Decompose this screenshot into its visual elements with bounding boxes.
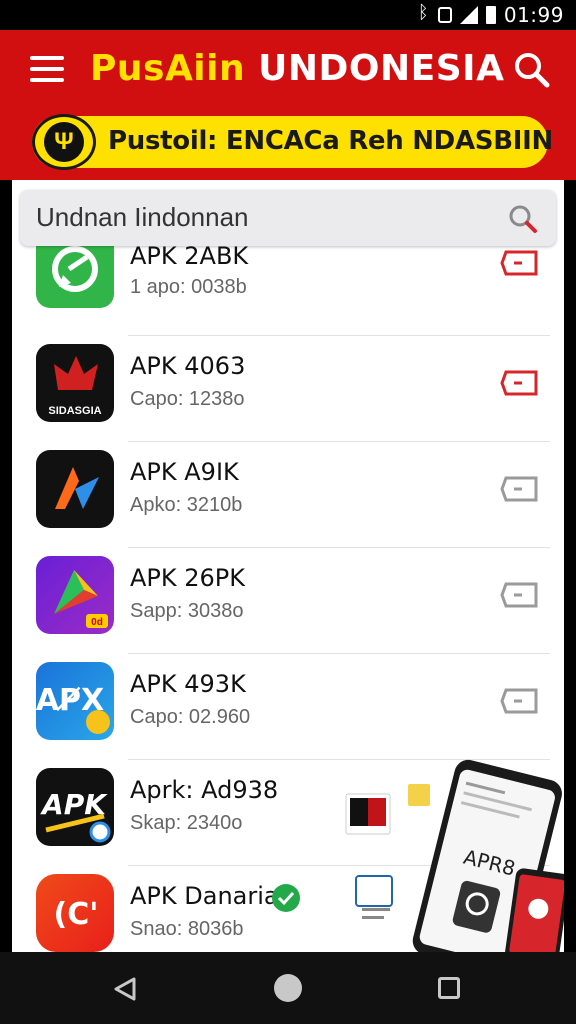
item-sub: Apko: 3210b bbox=[130, 494, 243, 516]
item-name: APK 26PK bbox=[130, 564, 246, 592]
search-input[interactable]: Undnan Iindonnan bbox=[36, 202, 249, 233]
dragon-app-icon: SIDASGIA bbox=[36, 344, 114, 422]
main-content: Undnan Iindonnan APK 2ABK 1 apo: 0038b S… bbox=[12, 180, 564, 952]
app-title: PusAiin UNDONESIA bbox=[90, 48, 504, 89]
home-icon[interactable] bbox=[274, 974, 302, 1002]
recent-apps-icon[interactable] bbox=[438, 977, 460, 999]
icon-label: (C' bbox=[54, 897, 99, 932]
download-icon[interactable] bbox=[500, 368, 540, 398]
item-name: APK A9IK bbox=[130, 458, 239, 486]
arrow-app-icon bbox=[36, 450, 114, 528]
vibrate-icon bbox=[437, 7, 452, 23]
download-icon[interactable] bbox=[500, 474, 540, 504]
list-item[interactable]: 0d APK 26PK Sapp: 3038o bbox=[12, 548, 564, 654]
search-icon[interactable] bbox=[508, 204, 538, 234]
red-app-icon: (C' bbox=[36, 874, 114, 952]
search-bar[interactable]: Undnan Iindonnan bbox=[20, 190, 556, 246]
item-name: Aprk: Ad938 bbox=[130, 776, 279, 804]
list-item[interactable]: AP̸X APK 493K Capo: 02.960 bbox=[12, 654, 564, 760]
banner-text: Pustoil: ENCACa Reh NDASBIIN bbox=[108, 126, 553, 156]
item-name: APK 2ABK bbox=[130, 242, 249, 270]
battery-icon bbox=[485, 6, 496, 24]
item-sub: Capo: 02.960 bbox=[130, 706, 251, 728]
apk-blue-app-icon: AP̸X bbox=[36, 662, 114, 740]
list-item[interactable]: APK A9IK Apko: 3210b bbox=[12, 442, 564, 548]
play-store-style-app-icon: 0d bbox=[36, 556, 114, 634]
item-sub: 1 apo: 0038b bbox=[130, 276, 247, 298]
verified-badge-icon bbox=[272, 884, 300, 912]
phones-illustration: APR8 bbox=[345, 759, 564, 952]
app-bar: PusAiin UNDONESIA Ψ Pustoil: ENCACa Reh … bbox=[0, 30, 576, 180]
back-icon[interactable] bbox=[112, 976, 138, 1002]
download-icon[interactable] bbox=[500, 580, 540, 610]
trident-icon: Ψ bbox=[44, 122, 84, 162]
download-icon[interactable] bbox=[500, 248, 540, 278]
item-name: APK 4063 bbox=[130, 352, 246, 380]
item-name: APK 493K bbox=[130, 670, 246, 698]
icon-label: 0d bbox=[91, 617, 103, 628]
signal-icon bbox=[459, 6, 478, 24]
app-title-part2: UNDONESIA bbox=[258, 48, 505, 89]
navigation-bar bbox=[0, 952, 576, 1024]
bluetooth-icon bbox=[418, 2, 430, 23]
item-sub: Capo: 1238o bbox=[130, 388, 245, 410]
promo-banner[interactable]: Ψ Pustoil: ENCACa Reh NDASBIIN bbox=[32, 114, 553, 170]
item-sub: Snao: 8036b bbox=[130, 918, 244, 940]
search-icon[interactable] bbox=[514, 52, 550, 88]
download-icon[interactable] bbox=[500, 686, 540, 716]
status-time: 01:99 bbox=[503, 3, 564, 27]
app-title-part1: PusAiin bbox=[90, 48, 246, 89]
apk-dark-app-icon: APK bbox=[36, 768, 114, 846]
item-name: APK Danaria bbox=[130, 882, 279, 910]
item-sub: Skap: 2340o bbox=[130, 812, 243, 834]
status-bar: 01:99 bbox=[0, 0, 576, 30]
item-sub: Sapp: 3038o bbox=[130, 600, 244, 622]
icon-label: SIDASGIA bbox=[48, 405, 101, 417]
menu-icon[interactable] bbox=[30, 56, 64, 82]
list-item[interactable]: SIDASGIA APK 4063 Capo: 1238o bbox=[12, 336, 564, 442]
banner-logo: Ψ bbox=[32, 114, 96, 170]
